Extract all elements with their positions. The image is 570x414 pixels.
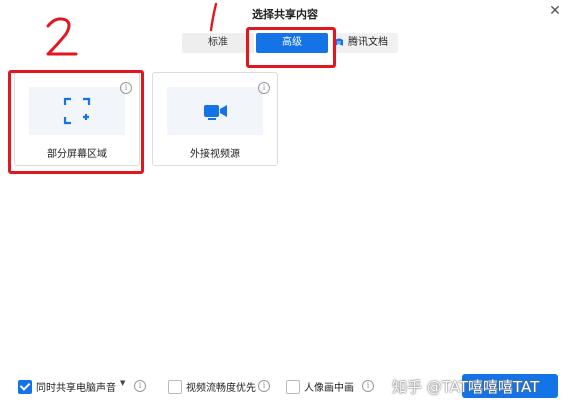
info-icon[interactable]: i bbox=[120, 82, 132, 94]
dialog-title: 选择共享内容 bbox=[252, 8, 318, 21]
option-partial-screen-thumbnail bbox=[29, 87, 125, 135]
tab-standard-label: 标准 bbox=[208, 37, 228, 48]
info-icon[interactable]: i bbox=[134, 380, 146, 392]
video-smooth-checkbox[interactable] bbox=[168, 380, 182, 394]
bottom-options-bar: 同时共享电脑声音 ▼ i 视频流畅度优先 i 人像画中画 i 知乎 @TAT嘻嘻… bbox=[0, 374, 570, 400]
share-audio-checkbox[interactable] bbox=[18, 380, 32, 394]
option-partial-screen-label: 部分屏幕区域 bbox=[47, 149, 107, 160]
region-select-icon bbox=[63, 97, 91, 125]
share-audio-label: 同时共享电脑声音 bbox=[36, 383, 116, 394]
option-external-video[interactable]: i 外接视频源 bbox=[152, 72, 278, 166]
tab-advanced[interactable]: 高级 bbox=[256, 33, 328, 53]
tab-tencent-docs-label: 腾讯文档 bbox=[348, 37, 388, 48]
portrait-pip-checkbox[interactable] bbox=[286, 380, 300, 394]
info-icon[interactable]: i bbox=[258, 380, 270, 392]
option-partial-screen[interactable]: i 部分屏幕区域 bbox=[14, 72, 140, 166]
video-camera-icon bbox=[204, 105, 227, 120]
info-icon[interactable]: i bbox=[258, 82, 270, 94]
info-icon[interactable]: i bbox=[362, 380, 374, 392]
annotation-number-2 bbox=[46, 17, 78, 56]
close-icon[interactable]: ✕ bbox=[548, 4, 562, 18]
watermark: 知乎 @TAT嘻嘻嘻TAT bbox=[392, 378, 540, 396]
portrait-pip-label: 人像画中画 bbox=[304, 383, 354, 394]
tab-standard[interactable]: 标准 bbox=[182, 33, 254, 53]
tencent-docs-icon bbox=[335, 38, 343, 46]
chevron-down-icon[interactable]: ▼ bbox=[120, 379, 125, 387]
tab-advanced-label: 高级 bbox=[282, 37, 302, 48]
video-smooth-label: 视频流畅度优先 bbox=[186, 383, 256, 394]
option-external-video-thumbnail bbox=[167, 87, 263, 135]
tab-tencent-docs[interactable]: 腾讯文档 bbox=[332, 33, 398, 53]
option-external-video-label: 外接视频源 bbox=[190, 149, 240, 160]
